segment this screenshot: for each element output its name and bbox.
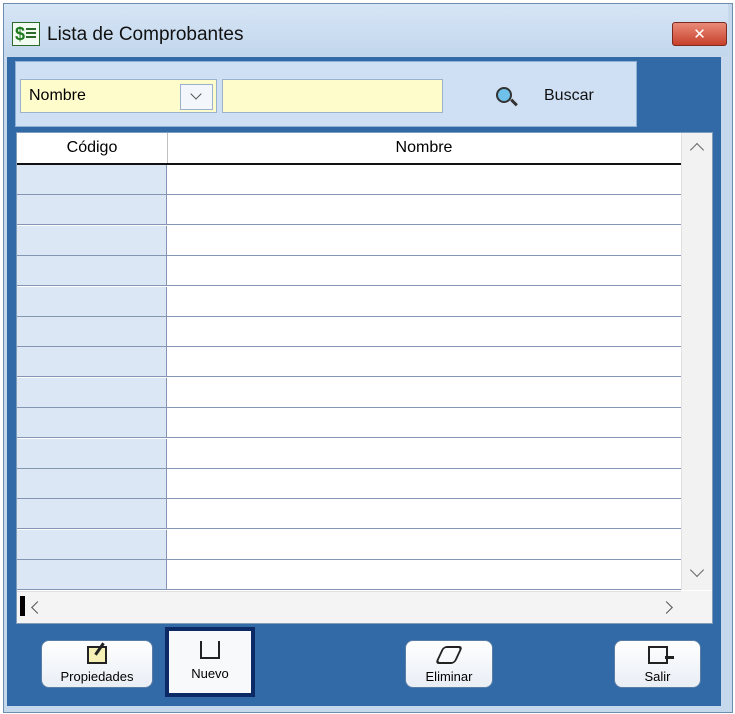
buscar-button[interactable]: Buscar (490, 82, 620, 114)
nombre-cell[interactable] (167, 439, 681, 468)
new-document-icon (200, 641, 220, 659)
propiedades-label: Propiedades (60, 669, 134, 684)
table-row[interactable] (17, 256, 681, 287)
codigo-cell[interactable] (17, 256, 167, 286)
codigo-cell[interactable] (17, 499, 167, 529)
scroll-down-icon[interactable] (689, 562, 705, 578)
codigo-cell[interactable] (17, 469, 167, 498)
scroll-right-icon[interactable] (660, 601, 673, 614)
search-icon (496, 87, 512, 103)
table-row[interactable] (17, 499, 681, 530)
nombre-cell[interactable] (167, 195, 681, 224)
salir-button[interactable]: Salir (614, 640, 701, 688)
codigo-cell[interactable] (17, 438, 167, 468)
nombre-cell[interactable] (167, 499, 681, 528)
nuevo-label: Nuevo (191, 666, 229, 681)
eraser-icon (434, 646, 464, 664)
table-row[interactable] (17, 529, 681, 560)
nombre-cell[interactable] (167, 165, 681, 194)
vertical-scrollbar[interactable] (681, 133, 712, 590)
horizontal-scrollbar[interactable] (17, 591, 681, 623)
propiedades-button[interactable]: Propiedades (41, 640, 153, 688)
codigo-cell[interactable] (17, 408, 167, 438)
nombre-cell[interactable] (167, 256, 681, 285)
column-header-nombre[interactable]: Nombre (167, 133, 681, 163)
title-bar[interactable]: $ Lista de Comprobantes ✕ (4, 4, 728, 56)
comprobantes-grid[interactable]: Código Nombre (16, 132, 713, 624)
app-icon: $ (12, 22, 40, 46)
codigo-cell[interactable] (17, 195, 167, 225)
scroll-left-icon[interactable] (31, 601, 44, 614)
nombre-cell[interactable] (167, 560, 681, 589)
window-title: Lista de Comprobantes (47, 24, 244, 45)
properties-icon (87, 646, 107, 664)
nombre-cell[interactable] (167, 317, 681, 346)
nombre-cell[interactable] (167, 469, 681, 498)
eliminar-label: Eliminar (425, 669, 473, 684)
eliminar-button[interactable]: Eliminar (405, 640, 493, 688)
table-row[interactable] (17, 286, 681, 317)
nombre-cell[interactable] (167, 287, 681, 316)
search-field-selected-value: Nombre (29, 87, 86, 104)
column-header-codigo[interactable]: Código (17, 133, 168, 163)
codigo-cell[interactable] (17, 377, 167, 407)
table-row[interactable] (17, 438, 681, 469)
table-row[interactable] (17, 347, 681, 378)
close-button[interactable]: ✕ (672, 22, 727, 46)
nombre-cell[interactable] (167, 378, 681, 407)
codigo-cell[interactable] (17, 560, 167, 590)
codigo-cell[interactable] (17, 225, 167, 255)
buscar-label: Buscar (544, 87, 594, 104)
chevron-down-icon[interactable] (180, 84, 213, 110)
nombre-cell[interactable] (167, 347, 681, 376)
table-row[interactable] (17, 469, 681, 499)
scroll-up-icon[interactable] (689, 142, 705, 158)
table-row[interactable] (17, 408, 681, 439)
scroll-position-marker (20, 596, 25, 616)
nombre-cell[interactable] (167, 226, 681, 255)
nombre-cell[interactable] (167, 530, 681, 559)
codigo-cell[interactable] (17, 347, 167, 377)
grid-header: Código Nombre (17, 133, 681, 165)
codigo-cell[interactable] (17, 529, 167, 559)
codigo-cell[interactable] (17, 317, 167, 346)
salir-label: Salir (644, 669, 671, 684)
table-row[interactable] (17, 377, 681, 408)
table-row[interactable] (17, 165, 681, 195)
codigo-cell[interactable] (17, 165, 167, 194)
nombre-cell[interactable] (167, 408, 681, 437)
table-row[interactable] (17, 560, 681, 591)
search-input[interactable] (222, 79, 443, 113)
exit-icon (647, 646, 674, 664)
table-row[interactable] (17, 195, 681, 226)
table-row[interactable] (17, 317, 681, 347)
nuevo-button[interactable]: Nuevo (165, 627, 255, 697)
table-row[interactable] (17, 225, 681, 256)
codigo-cell[interactable] (17, 286, 167, 316)
scrollbar-corner (681, 591, 712, 623)
